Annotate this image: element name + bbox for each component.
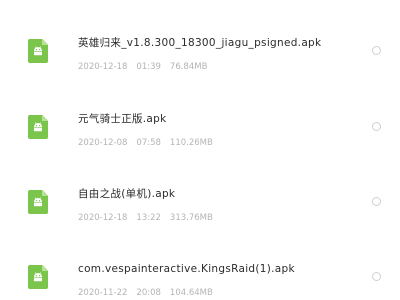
android-icon [34,122,42,132]
file-meta: 2020-11-22 20:08 104.64MB [78,288,213,299]
select-radio[interactable] [372,272,381,281]
file-time: 07:58 [136,138,161,148]
apk-file-icon [28,115,48,139]
file-date: 2020-12-18 [78,62,128,72]
android-icon [34,197,42,207]
android-icon [34,272,42,282]
file-name: 元气骑士正版.apk [78,113,167,125]
file-size: 110.26MB [169,138,213,148]
file-row[interactable]: 元气骑士正版.apk 2020-12-08 07:58 110.26MB [0,82,400,157]
file-date: 2020-11-22 [78,288,128,298]
file-meta: 2020-12-08 07:58 110.26MB [78,138,213,149]
file-row[interactable]: 英雄归来_v1.8.300_18300_jiagu_psigned.apk 20… [0,6,400,81]
file-meta: 2020-12-18 01:39 76.84MB [78,62,207,73]
select-radio[interactable] [372,122,381,131]
select-radio[interactable] [372,46,381,55]
file-size: 104.64MB [169,288,213,298]
file-name: 自由之战(单机).apk [78,188,176,200]
file-time: 01:39 [136,62,161,72]
file-date: 2020-12-08 [78,138,128,148]
apk-file-icon [28,39,48,63]
file-size: 313.76MB [169,213,213,223]
file-name: 英雄归来_v1.8.300_18300_jiagu_psigned.apk [78,37,322,49]
file-size: 76.84MB [169,62,208,72]
file-row[interactable]: com.vespainteractive.KingsRaid(1).apk 20… [0,232,400,300]
apk-file-icon [28,190,48,214]
file-list: 英雄归来_v1.8.300_18300_jiagu_psigned.apk 20… [0,0,400,300]
file-time: 20:08 [136,288,161,298]
file-name: com.vespainteractive.KingsRaid(1).apk [78,263,295,275]
file-date: 2020-12-18 [78,213,128,223]
select-radio[interactable] [372,197,381,206]
android-icon [34,46,42,56]
file-meta: 2020-12-18 13:22 313.76MB [78,213,213,224]
file-time: 13:22 [136,213,161,223]
apk-file-icon [28,265,48,289]
file-row[interactable]: 自由之战(单机).apk 2020-12-18 13:22 313.76MB [0,157,400,232]
